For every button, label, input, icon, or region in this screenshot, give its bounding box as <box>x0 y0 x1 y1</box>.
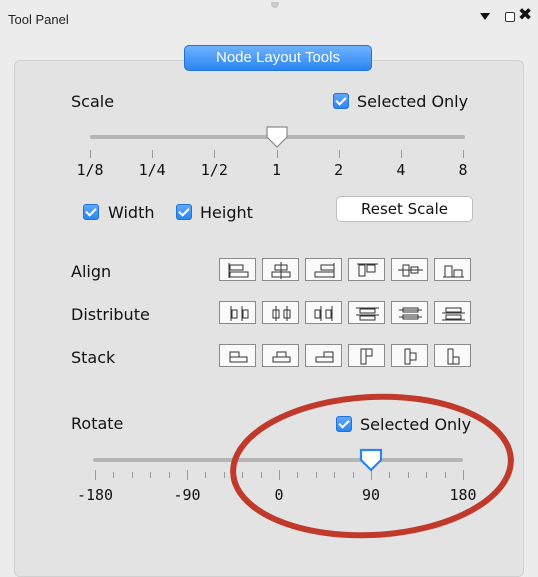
stack-middle-icon <box>404 348 417 365</box>
align-button-5[interactable] <box>391 258 428 281</box>
rotate-selected-only-checkbox[interactable] <box>336 416 352 432</box>
distribute-center-icon <box>272 306 291 321</box>
align-top-icon <box>357 263 378 277</box>
distribute-top-icon <box>356 307 379 321</box>
distribute-button-2[interactable] <box>262 301 299 324</box>
scale-tick-label: 1/8 <box>76 161 104 179</box>
window-title: Tool Panel <box>8 12 69 27</box>
panel-menu-arrow-icon[interactable] <box>480 13 490 20</box>
scale-tick-label: 8 <box>458 161 468 179</box>
width-label: Width <box>108 203 155 222</box>
rotate-tick-label: 90 <box>361 486 381 504</box>
stack-button-6[interactable] <box>434 344 471 367</box>
scale-tick <box>90 150 91 158</box>
distribute-right-icon <box>314 306 333 321</box>
rotate-tick <box>315 472 317 478</box>
stack-button-4[interactable] <box>348 344 385 367</box>
rotate-slider-track[interactable] <box>93 458 463 462</box>
scale-tick-label: 1/2 <box>200 161 228 179</box>
rotate-tick <box>131 472 133 478</box>
rotate-tick <box>444 472 446 478</box>
rotate-label: Rotate <box>71 414 124 433</box>
distribute-button-1[interactable] <box>219 301 256 324</box>
scale-tick-label: 1 <box>271 161 282 179</box>
rotate-tick <box>113 472 115 478</box>
align-button-3[interactable] <box>305 258 342 281</box>
scale-tick <box>400 150 402 158</box>
distribute-left-icon <box>230 306 249 321</box>
stack-button-5[interactable] <box>391 344 428 367</box>
stack-right-icon <box>315 351 334 363</box>
rotate-tick <box>389 472 391 478</box>
rotate-tick-label: 180 <box>449 486 477 504</box>
close-icon[interactable]: ✖ <box>518 5 532 25</box>
rotate-tick <box>187 470 188 480</box>
scale-selected-only-label: Selected Only <box>357 92 469 111</box>
rotate-tick-label: -90 <box>173 486 201 504</box>
scale-tick-label: 2 <box>334 161 344 179</box>
scale-tick-label: 4 <box>396 161 406 179</box>
distribute-label: Distribute <box>71 305 150 324</box>
scale-label: Scale <box>71 92 115 111</box>
scale-slider-thumb[interactable] <box>265 125 289 149</box>
rotate-selected-only-label: Selected Only <box>360 415 472 434</box>
distribute-button-3[interactable] <box>305 301 342 324</box>
distribute-bottom-icon <box>442 307 465 321</box>
distribute-button-6[interactable] <box>434 301 471 324</box>
maximize-icon[interactable] <box>505 12 515 22</box>
rotate-tick <box>297 472 299 478</box>
align-label: Align <box>71 262 112 281</box>
scale-tick-label: 1/4 <box>138 161 166 179</box>
height-checkbox[interactable] <box>176 204 192 220</box>
reset-scale-button[interactable]: Reset Scale <box>336 196 473 222</box>
rotate-tick-label: -180 <box>76 486 114 504</box>
rotate-tick <box>205 472 207 478</box>
align-button-1[interactable] <box>219 258 256 281</box>
scale-tick <box>338 150 340 158</box>
stack-top-icon <box>360 348 373 365</box>
rotate-tick <box>279 470 280 480</box>
align-middle-icon <box>398 264 423 277</box>
scale-selected-only-checkbox[interactable] <box>333 93 349 109</box>
rotate-tick <box>95 470 96 480</box>
stack-button-1[interactable] <box>219 344 256 367</box>
scale-tick <box>214 150 216 158</box>
distribute-middle-icon <box>399 307 422 320</box>
stack-center-icon <box>272 351 291 363</box>
rotate-tick <box>242 472 244 478</box>
align-center-icon <box>271 262 291 279</box>
align-button-4[interactable] <box>348 258 385 281</box>
rotate-tick <box>334 472 336 478</box>
rotate-tick-label: 0 <box>274 486 284 504</box>
rotate-tick <box>463 470 464 480</box>
scale-tick <box>276 150 278 158</box>
stack-button-2[interactable] <box>262 344 299 367</box>
height-label: Height <box>200 203 253 222</box>
rotate-tick <box>223 472 225 478</box>
stack-button-3[interactable] <box>305 344 342 367</box>
rotate-tick <box>426 472 428 478</box>
stack-bottom-icon <box>447 348 460 365</box>
window-notch <box>271 2 279 8</box>
align-left-icon <box>228 263 249 278</box>
align-bottom-icon <box>443 265 464 278</box>
scale-tick <box>463 150 464 158</box>
distribute-button-4[interactable] <box>348 301 385 324</box>
align-button-6[interactable] <box>434 258 471 281</box>
width-checkbox[interactable] <box>83 204 99 220</box>
tab-node-layout-tools[interactable]: Node Layout Tools <box>184 45 372 71</box>
stack-label: Stack <box>71 348 116 367</box>
rotate-tick <box>352 472 354 478</box>
rotate-tick <box>260 472 262 478</box>
stack-left-icon <box>229 351 248 363</box>
distribute-button-5[interactable] <box>391 301 428 324</box>
window-titlebar: Tool Panel ✖ <box>0 0 538 34</box>
rotate-slider-thumb[interactable] <box>358 447 384 473</box>
rotate-tick <box>150 472 152 478</box>
rotate-tick <box>168 472 170 478</box>
scale-tick <box>152 150 154 158</box>
align-button-2[interactable] <box>262 258 299 281</box>
rotate-tick <box>407 472 409 478</box>
align-right-icon <box>314 263 335 278</box>
